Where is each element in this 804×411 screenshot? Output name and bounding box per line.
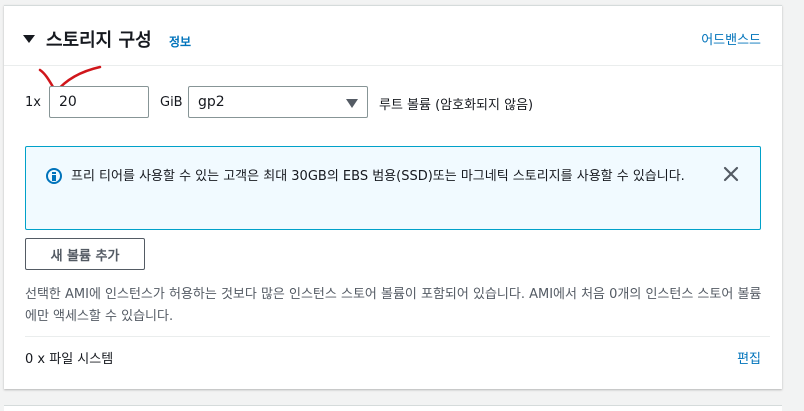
section-title[interactable]: 스토리지 구성 <box>46 26 152 52</box>
close-icon[interactable] <box>722 165 740 183</box>
info-circle-icon <box>46 168 62 184</box>
volume-row: 1x GiB gp2 루트 볼륨 (암호화되지 않음) <box>4 86 782 120</box>
edit-file-systems-link[interactable]: 편집 <box>737 348 761 367</box>
section-header: 스토리지 구성 정보 어드밴스드 <box>4 6 782 66</box>
info-link[interactable]: 정보 <box>169 33 191 50</box>
free-tier-info-alert: 프리 티어를 사용할 수 있는 고객은 최대 30GB의 EBS 범용(SSD)… <box>25 146 761 230</box>
file-systems-label: 0 x 파일 시스템 <box>25 352 114 367</box>
volume-size-input[interactable] <box>49 86 149 118</box>
chevron-down-icon <box>346 99 358 108</box>
advanced-link[interactable]: 어드밴스드 <box>701 29 761 48</box>
next-section-panel <box>4 405 782 411</box>
volume-type-value: gp2 <box>198 94 225 110</box>
storage-config-panel: 스토리지 구성 정보 어드밴스드 1x GiB gp2 루트 볼륨 (암호화되지… <box>4 5 782 389</box>
volume-multiplier: 1x <box>25 95 41 110</box>
size-unit-label: GiB <box>160 95 183 110</box>
instance-store-description: 선택한 AMI에 인스턴스가 허용하는 것보다 많은 인스턴스 스토어 볼륨이 … <box>25 287 762 324</box>
caret-down-icon[interactable] <box>23 35 35 43</box>
add-volume-button[interactable]: 새 볼륨 추가 <box>25 238 145 270</box>
info-alert-text: 프리 티어를 사용할 수 있는 고객은 최대 30GB의 EBS 범용(SSD)… <box>71 169 685 184</box>
divider <box>25 336 770 337</box>
volume-type-select[interactable]: gp2 <box>188 86 368 118</box>
root-volume-label: 루트 볼륨 (암호화되지 않음) <box>379 98 534 113</box>
